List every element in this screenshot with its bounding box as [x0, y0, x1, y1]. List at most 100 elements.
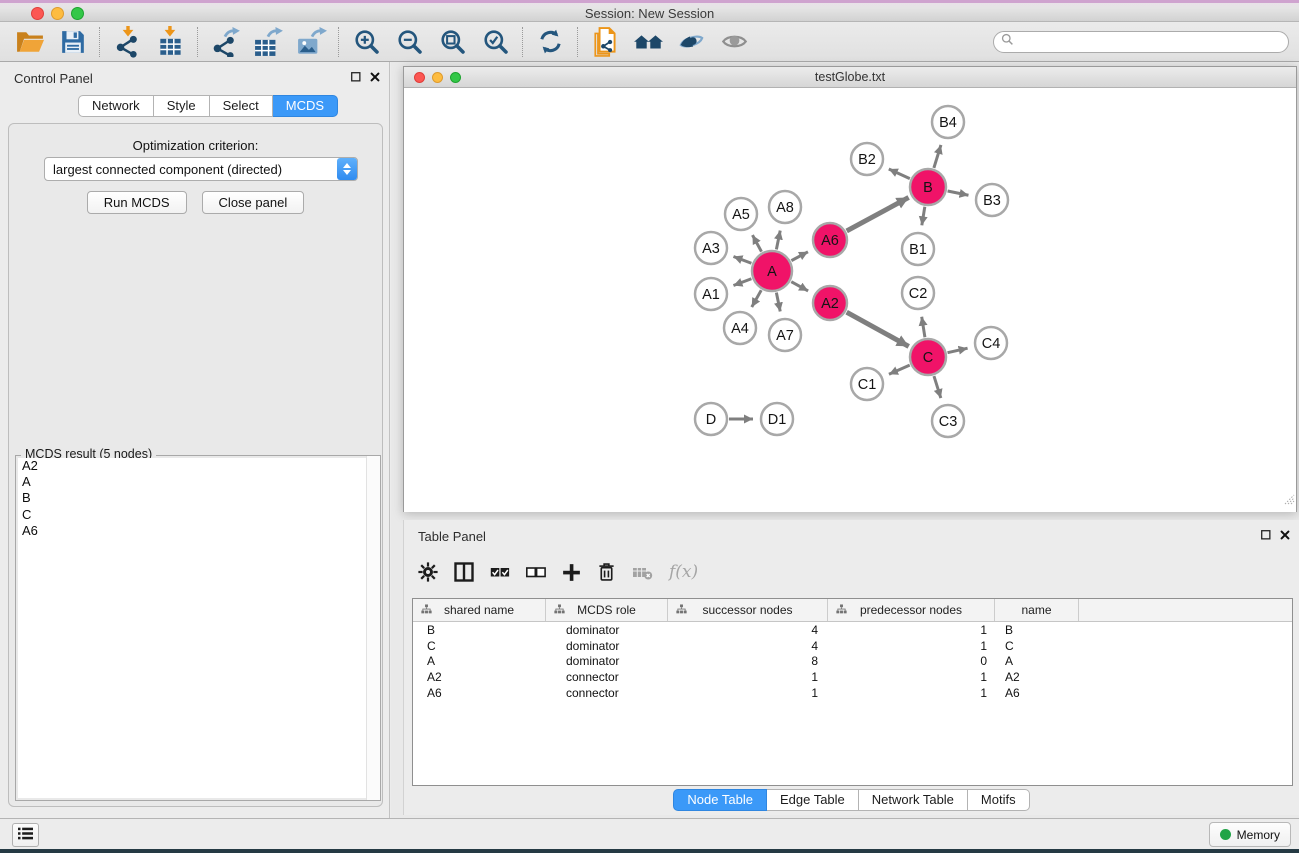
zoom-selected-button[interactable] [474, 24, 517, 60]
graphics-details-button[interactable] [670, 24, 713, 60]
table-row[interactable]: Cdominator41C [413, 638, 1292, 654]
graph-edge-B-B3[interactable] [948, 191, 969, 195]
result-scrollbar[interactable] [366, 456, 380, 800]
export-table-button[interactable] [247, 24, 290, 60]
graph-node-A2[interactable]: A2 [813, 286, 847, 320]
graph-edge-A-A5[interactable] [752, 235, 761, 252]
table-row[interactable]: A6connector11A6 [413, 685, 1292, 701]
close-icon[interactable] [1279, 529, 1291, 541]
graph-edge-C-C2[interactable] [922, 317, 925, 338]
node-table[interactable]: shared nameMCDS rolesuccessor nodesprede… [412, 598, 1293, 786]
graph-node-C1[interactable]: C1 [851, 368, 883, 400]
mcds-result-item[interactable]: A6 [18, 523, 378, 539]
graph-node-A7[interactable]: A7 [769, 319, 801, 351]
criterion-dropdown[interactable]: largest connected component (directed) [44, 157, 358, 181]
column-header-successor-nodes[interactable]: successor nodes [668, 599, 828, 621]
graph-edge-A-A3[interactable] [733, 256, 751, 263]
tab-style[interactable]: Style [154, 95, 210, 117]
zoom-out-button[interactable] [388, 24, 431, 60]
network-canvas[interactable]: A A1 A2 A3 A4 A5 A6 A7 A8 B B1 B2 B3 B4 C C1 C2 C3 C4 D D1 [404, 88, 1296, 512]
export-network-button[interactable] [204, 24, 247, 60]
tab-node-table[interactable]: Node Table [673, 789, 767, 811]
graph-edge-A-A7[interactable] [776, 293, 780, 312]
open-file-button[interactable] [8, 24, 51, 60]
graph-edge-A-A4[interactable] [752, 290, 761, 307]
clone-network-button[interactable] [584, 24, 627, 60]
home-button[interactable] [627, 24, 670, 60]
import-table-button[interactable] [149, 24, 192, 60]
delete-column-button[interactable] [597, 562, 616, 582]
close-panel-button[interactable]: Close panel [202, 191, 305, 214]
tab-network[interactable]: Network [78, 95, 154, 117]
graph-node-B4[interactable]: B4 [932, 106, 964, 138]
graph-node-A3[interactable]: A3 [695, 232, 727, 264]
graph-node-C4[interactable]: C4 [975, 327, 1007, 359]
save-session-button[interactable] [51, 24, 94, 60]
graph-edge-B-B2[interactable] [889, 169, 910, 179]
graph-edge-C-C1[interactable] [889, 365, 910, 374]
tab-motifs[interactable]: Motifs [968, 789, 1030, 811]
graph-edge-A-A6[interactable] [791, 252, 808, 261]
graph-node-A5[interactable]: A5 [725, 198, 757, 230]
birds-eye-view-button[interactable] [713, 24, 756, 60]
mcds-result-item[interactable]: A [18, 474, 378, 490]
graph-node-A[interactable]: A [752, 251, 792, 291]
graph-edge-A-A8[interactable] [776, 231, 780, 250]
graph-node-B2[interactable]: B2 [851, 143, 883, 175]
select-all-button[interactable] [490, 562, 510, 582]
graph-node-C2[interactable]: C2 [902, 277, 934, 309]
unselect-all-button[interactable] [526, 562, 546, 582]
search-field[interactable] [993, 31, 1289, 53]
tab-mcds[interactable]: MCDS [273, 95, 338, 117]
zoom-fit-button[interactable] [431, 24, 474, 60]
run-mcds-button[interactable]: Run MCDS [87, 191, 187, 214]
graph-node-B[interactable]: B [910, 169, 946, 205]
refresh-network-button[interactable] [529, 24, 572, 60]
graph-edge-A2-C[interactable] [847, 312, 909, 346]
table-row[interactable]: A2connector11A2 [413, 669, 1292, 685]
show-columns-button[interactable] [454, 562, 474, 582]
tab-select[interactable]: Select [210, 95, 273, 117]
network-window-titlebar[interactable]: testGlobe.txt [404, 67, 1296, 88]
graph-edge-C-C4[interactable] [948, 348, 968, 352]
close-icon[interactable] [369, 71, 381, 83]
table-row[interactable]: Bdominator41B [413, 622, 1292, 638]
graph-edge-B-B1[interactable] [922, 207, 925, 226]
memory-button[interactable]: Memory [1209, 822, 1291, 847]
float-icon[interactable] [1260, 529, 1272, 541]
graph-edge-A6-B[interactable] [847, 197, 909, 230]
task-history-button[interactable] [12, 823, 39, 847]
mcds-result-item[interactable]: A2 [18, 458, 378, 474]
graph-node-A4[interactable]: A4 [724, 312, 756, 344]
resize-grip-icon[interactable] [1282, 492, 1295, 510]
mcds-result-item[interactable]: C [18, 507, 378, 523]
graph-edge-A-A1[interactable] [733, 279, 751, 286]
column-header-predecessor-nodes[interactable]: predecessor nodes [828, 599, 995, 621]
tab-edge-table[interactable]: Edge Table [767, 789, 859, 811]
graph-node-A6[interactable]: A6 [813, 223, 847, 257]
graph-node-C3[interactable]: C3 [932, 405, 964, 437]
graph-node-D1[interactable]: D1 [761, 403, 793, 435]
graph-edge-C-C3[interactable] [934, 376, 941, 398]
graph-node-A1[interactable]: A1 [695, 278, 727, 310]
zoom-in-button[interactable] [345, 24, 388, 60]
mcds-result-item[interactable]: B [18, 490, 378, 506]
column-header-name[interactable]: name [995, 599, 1079, 621]
graph-node-D[interactable]: D [695, 403, 727, 435]
column-header-MCDS-role[interactable]: MCDS role [546, 599, 668, 621]
network-graph[interactable]: A A1 A2 A3 A4 A5 A6 A7 A8 B B1 B2 B3 B4 C C1 C2 C3 C4 D D1 [404, 88, 1296, 512]
graph-node-A8[interactable]: A8 [769, 191, 801, 223]
table-row[interactable]: Adominator80A [413, 653, 1292, 669]
search-input[interactable] [1018, 33, 1288, 51]
graph-edge-A-A2[interactable] [791, 282, 808, 291]
export-image-button[interactable] [290, 24, 333, 60]
graph-edge-B-B4[interactable] [934, 145, 941, 168]
mcds-result-list[interactable]: A2ABCA6 [18, 458, 378, 798]
float-icon[interactable] [350, 71, 362, 83]
import-network-button[interactable] [106, 24, 149, 60]
table-settings-button[interactable] [418, 562, 438, 582]
graph-node-B1[interactable]: B1 [902, 233, 934, 265]
column-header-shared-name[interactable]: shared name [413, 599, 546, 621]
graph-node-B3[interactable]: B3 [976, 184, 1008, 216]
graph-node-C[interactable]: C [910, 339, 946, 375]
